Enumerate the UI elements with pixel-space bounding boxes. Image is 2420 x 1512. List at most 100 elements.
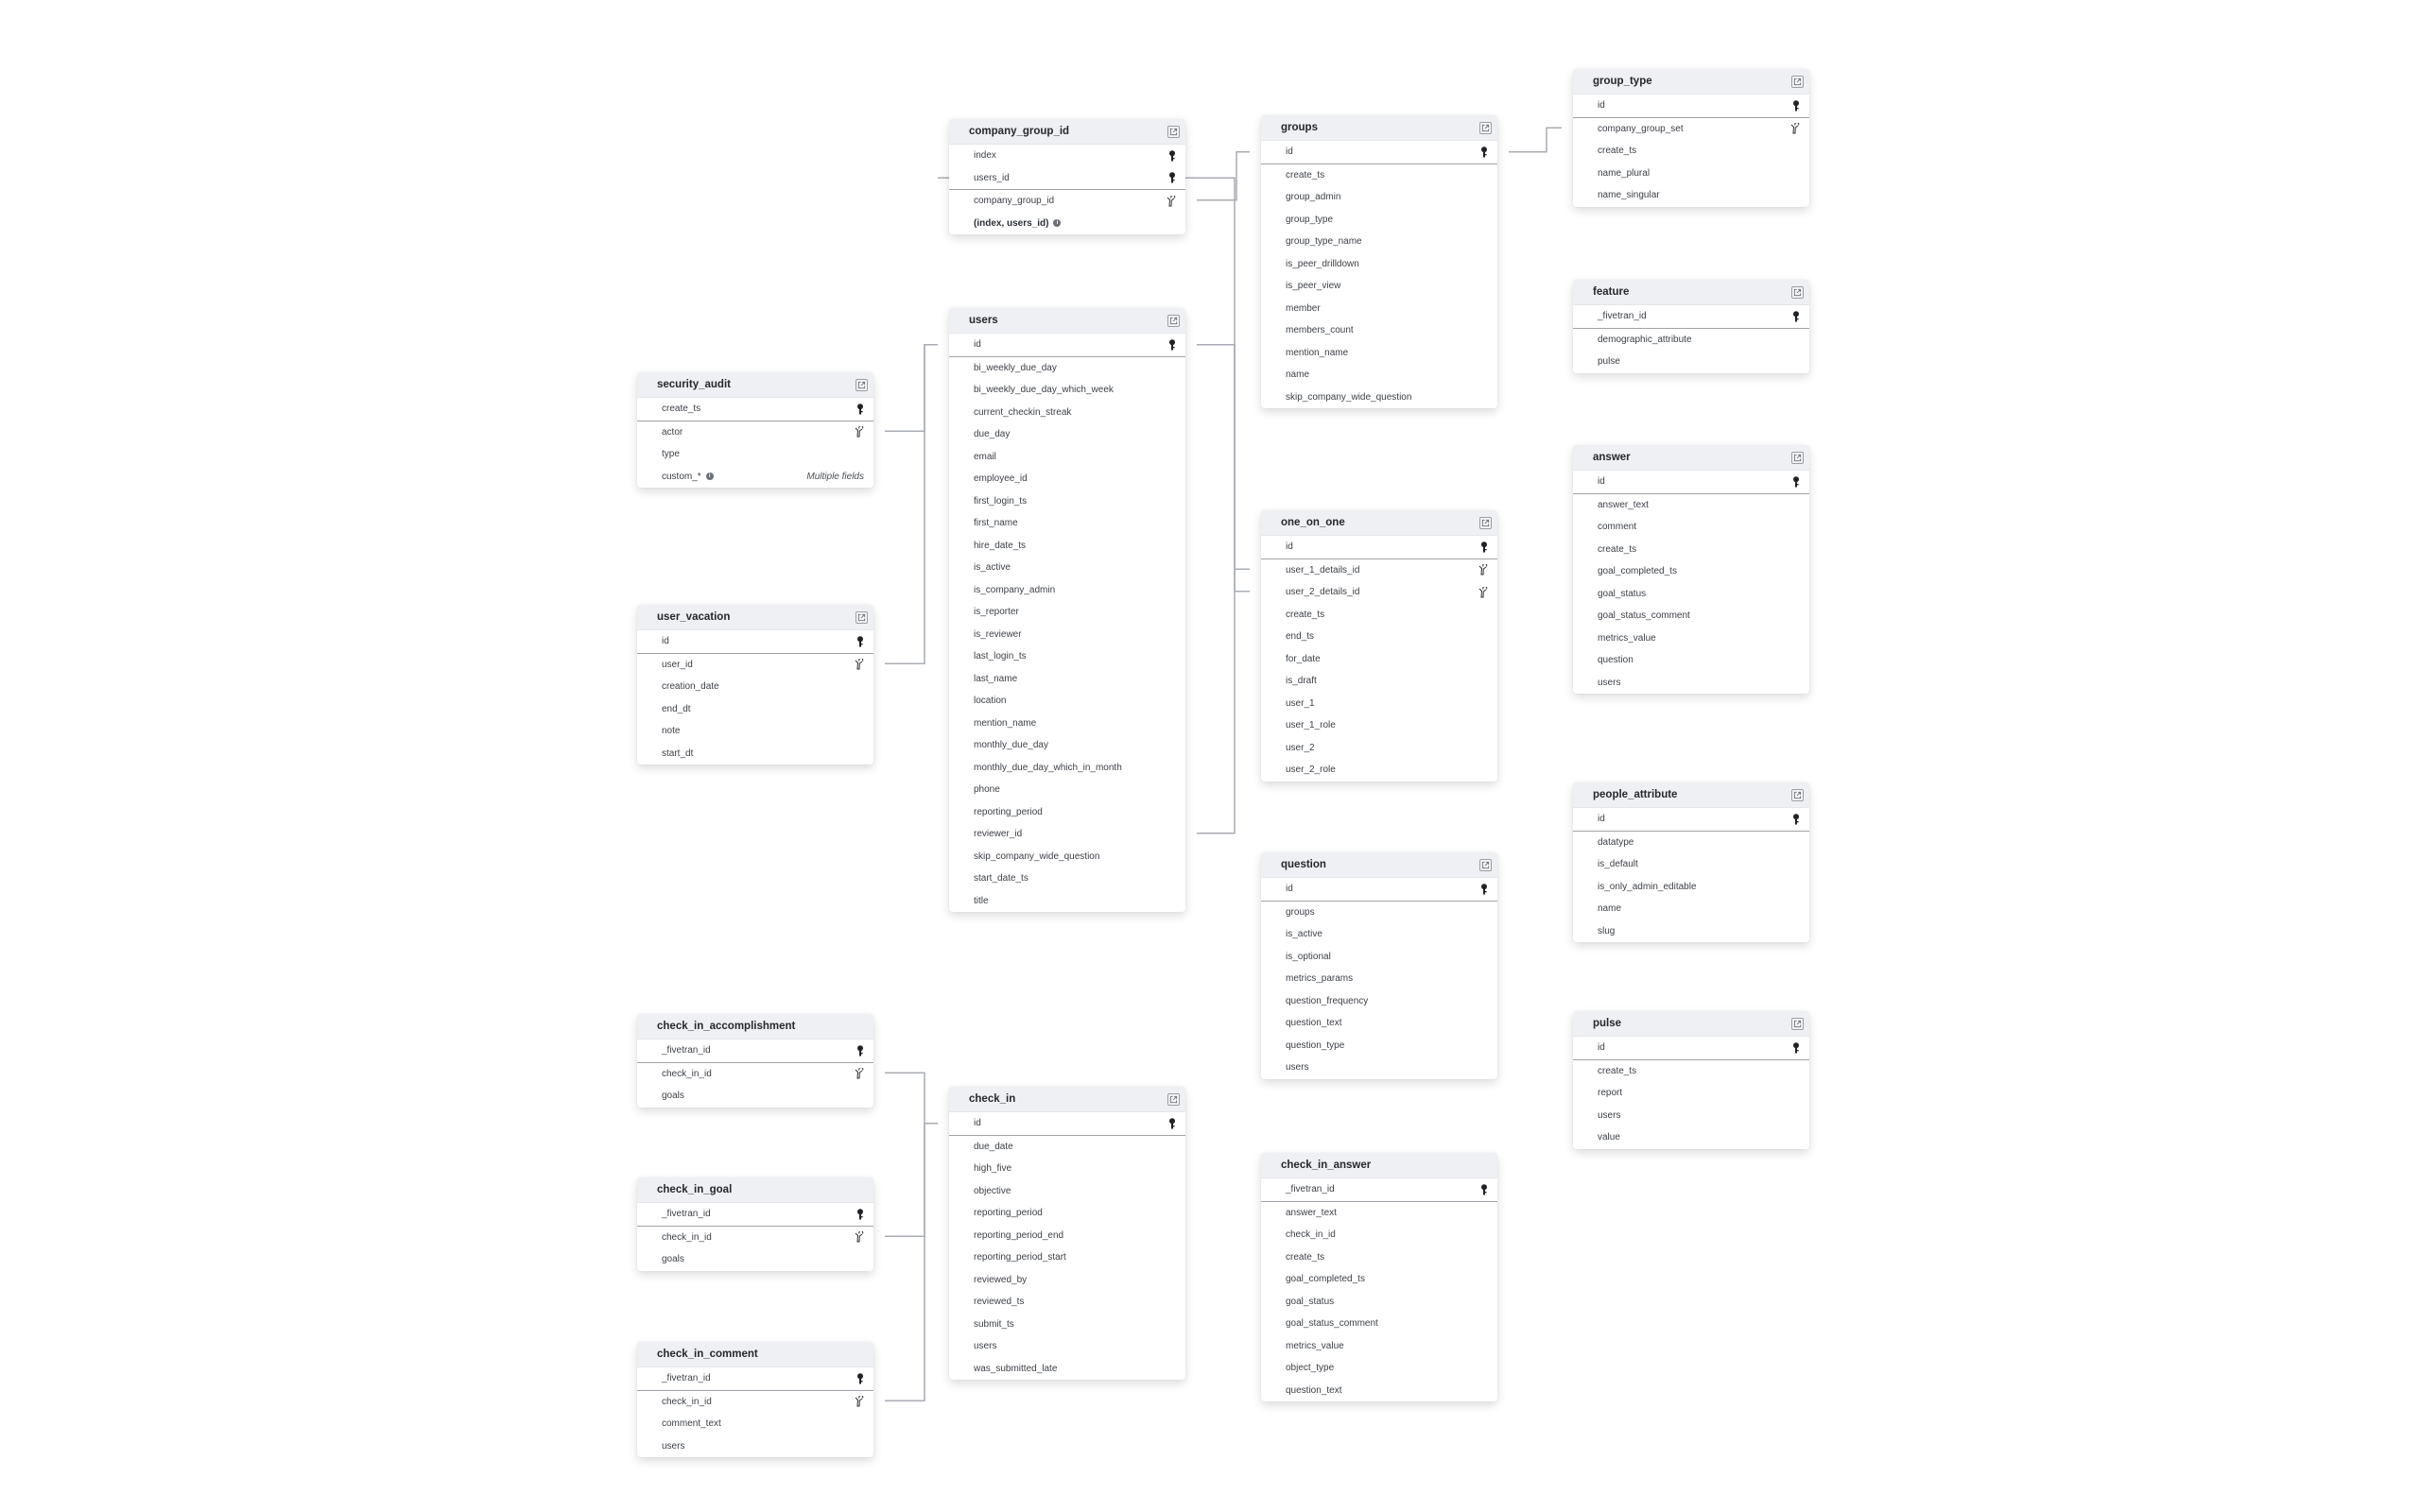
column-row[interactable]: user_1 — [1261, 693, 1497, 715]
column-row[interactable]: for_date — [1261, 648, 1497, 671]
table-feature[interactable]: feature _fivetran_id demographic_attribute… — [1573, 280, 1809, 373]
table-security-audit[interactable]: security_audit create_ts actor type custom_*… — [637, 372, 873, 488]
open-table-button[interactable] — [1479, 516, 1492, 529]
table-header[interactable]: answer — [1573, 445, 1809, 471]
column-row[interactable]: create_ts — [1573, 140, 1809, 163]
column-row[interactable]: hire_date_ts — [949, 535, 1185, 558]
column-row[interactable]: name_singular — [1573, 184, 1809, 207]
table-header[interactable]: user_vacation — [637, 605, 873, 630]
column-row[interactable]: is_active — [949, 557, 1185, 579]
column-row[interactable]: id — [1573, 1037, 1809, 1060]
open-table-button[interactable] — [1479, 121, 1492, 134]
column-row[interactable]: goal_status — [1261, 1291, 1497, 1314]
column-row[interactable]: reporting_period — [949, 801, 1185, 824]
column-row[interactable]: create_ts — [1261, 1246, 1497, 1269]
table-company-group-id[interactable]: company_group_id index users_id company_gro… — [949, 119, 1185, 234]
table-check-in-comment[interactable]: check_in_comment _fivetran_id check_in_id c… — [637, 1342, 873, 1457]
column-row[interactable]: is_reviewer — [949, 624, 1185, 646]
column-row[interactable]: check_in_id — [637, 1063, 873, 1086]
column-row[interactable]: objective — [949, 1180, 1185, 1203]
column-row[interactable]: metrics_value — [1261, 1335, 1497, 1358]
column-row[interactable]: is_peer_drilldown — [1261, 253, 1497, 276]
open-table-button[interactable] — [856, 378, 868, 391]
open-table-button[interactable] — [1791, 788, 1804, 801]
column-row[interactable]: answer_text — [1261, 1202, 1497, 1225]
column-row[interactable]: report — [1573, 1082, 1809, 1105]
column-row[interactable]: phone — [949, 779, 1185, 801]
open-table-button[interactable] — [1167, 125, 1180, 138]
column-row[interactable]: mention_name — [1261, 342, 1497, 365]
open-table-button[interactable] — [1791, 285, 1804, 299]
column-row[interactable]: id — [949, 1112, 1185, 1136]
column-row[interactable]: start_date_ts — [949, 868, 1185, 890]
column-row[interactable]: group_type — [1261, 209, 1497, 232]
open-table-button[interactable] — [1791, 1017, 1804, 1030]
column-row[interactable]: question_text — [1261, 1012, 1497, 1035]
column-row[interactable]: is_draft — [1261, 670, 1497, 693]
column-row[interactable]: reporting_period — [949, 1202, 1185, 1225]
column-row[interactable]: title — [949, 890, 1185, 913]
column-row[interactable]: demographic_attribute — [1573, 329, 1809, 352]
column-row[interactable]: (index, users_id) i — [949, 213, 1185, 235]
column-row[interactable]: is_only_admin_editable — [1573, 876, 1809, 899]
column-row[interactable]: question_frequency — [1261, 990, 1497, 1013]
column-row[interactable]: goals — [637, 1248, 873, 1271]
column-row[interactable]: location — [949, 690, 1185, 713]
open-table-button[interactable] — [1791, 451, 1804, 464]
column-row[interactable]: user_1_role — [1261, 714, 1497, 737]
table-check-in[interactable]: check_in id due_date high_five objective repo… — [949, 1087, 1185, 1380]
column-row[interactable]: due_date — [949, 1136, 1185, 1159]
column-row[interactable]: user_2_role — [1261, 759, 1497, 782]
column-row[interactable]: submit_ts — [949, 1314, 1185, 1336]
column-row[interactable]: group_type_name — [1261, 231, 1497, 253]
column-row[interactable]: _fivetran_id — [637, 1203, 873, 1227]
column-row[interactable]: member — [1261, 298, 1497, 320]
column-row[interactable]: company_group_id — [949, 190, 1185, 213]
column-row[interactable]: first_name — [949, 512, 1185, 535]
column-row[interactable]: goal_status_comment — [1261, 1313, 1497, 1335]
column-row[interactable]: check_in_id — [637, 1391, 873, 1414]
table-header[interactable]: one_on_one — [1261, 510, 1497, 536]
column-row[interactable]: users — [949, 1335, 1185, 1358]
column-row[interactable]: members_count — [1261, 319, 1497, 342]
column-row[interactable]: company_group_set — [1573, 118, 1809, 141]
column-row[interactable]: user_2 — [1261, 737, 1497, 760]
table-header[interactable]: feature — [1573, 280, 1809, 305]
info-icon[interactable]: i — [705, 472, 714, 481]
column-row[interactable]: users_id — [949, 167, 1185, 190]
open-table-button[interactable] — [1167, 1092, 1180, 1106]
column-row[interactable]: is_active — [1261, 923, 1497, 946]
column-row[interactable]: create_ts — [1261, 604, 1497, 627]
table-user-vacation[interactable]: user_vacation id user_id creation_date end_d… — [637, 605, 873, 765]
column-row[interactable]: goal_completed_ts — [1573, 560, 1809, 583]
column-row[interactable]: reporting_period_end — [949, 1225, 1185, 1247]
column-row[interactable]: goals — [637, 1085, 873, 1108]
column-row[interactable]: goal_completed_ts — [1261, 1268, 1497, 1291]
column-row[interactable]: users — [1573, 1105, 1809, 1127]
column-row[interactable]: last_login_ts — [949, 645, 1185, 668]
column-row[interactable]: id — [637, 630, 873, 654]
column-row[interactable]: actor — [637, 421, 873, 444]
table-header[interactable]: pulse — [1573, 1011, 1809, 1037]
table-header[interactable]: check_in_answer — [1261, 1153, 1497, 1178]
column-row[interactable]: start_dt — [637, 743, 873, 765]
table-header[interactable]: group_type — [1573, 69, 1809, 94]
column-row[interactable]: users — [637, 1435, 873, 1458]
open-table-button[interactable] — [856, 610, 868, 624]
column-row[interactable]: question — [1573, 649, 1809, 672]
column-row[interactable]: custom_* i Multiple fields — [637, 466, 873, 489]
column-row[interactable]: comment — [1573, 516, 1809, 539]
table-users[interactable]: users id bi_weekly_due_day bi_weekly_due_da… — [949, 308, 1185, 912]
table-header[interactable]: check_in_goal — [637, 1177, 873, 1203]
table-question[interactable]: question id groups is_active is_optional metr… — [1261, 852, 1497, 1079]
column-row[interactable]: create_ts — [637, 398, 873, 421]
table-answer[interactable]: answer id answer_text comment create_ts goal_… — [1573, 445, 1809, 694]
table-check-in-accomplishment[interactable]: check_in_accomplishment _fivetran_id check… — [637, 1014, 873, 1108]
table-header[interactable]: groups — [1261, 115, 1497, 141]
column-row[interactable]: id — [1573, 94, 1809, 118]
info-icon[interactable]: i — [1053, 219, 1062, 228]
column-row[interactable]: _fivetran_id — [637, 1367, 873, 1391]
column-row[interactable]: is_reporter — [949, 601, 1185, 624]
column-row[interactable]: user_id — [637, 654, 873, 677]
open-table-button[interactable] — [1479, 858, 1492, 871]
